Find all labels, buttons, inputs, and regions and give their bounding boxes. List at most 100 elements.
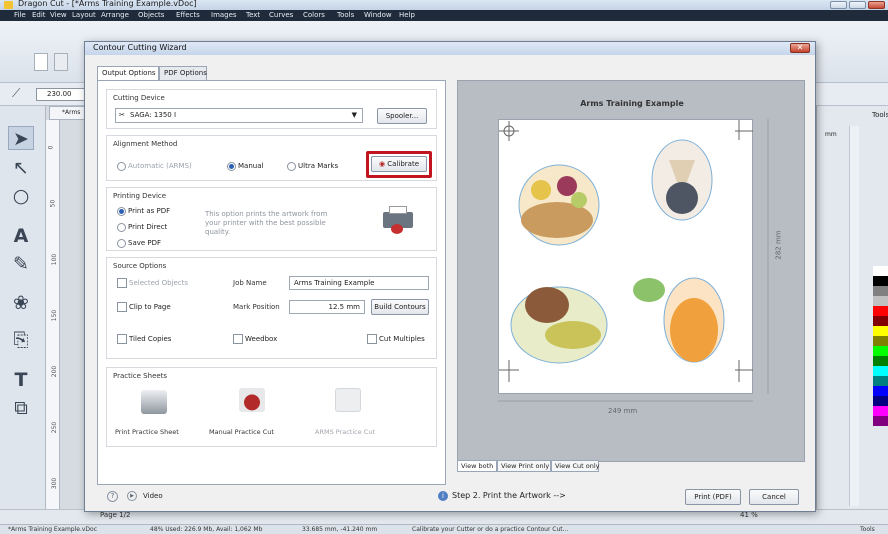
menu-curves[interactable]: Curves [269,11,293,19]
menu-effects[interactable]: Effects [176,11,200,19]
minimize-button[interactable] [830,1,847,9]
checkbox-cut-multiples[interactable]: Cut Multiples [367,334,425,344]
calibrate-highlight [366,151,432,178]
radio-print-direct[interactable]: Print Direct [117,222,167,232]
menu-tools[interactable]: Tools [337,11,354,19]
checkbox-clip-to-page[interactable]: Clip to Page [117,302,171,312]
snap-icon[interactable]: ⟋ [12,86,20,101]
print-practice-sheet-icon[interactable] [141,390,167,414]
palette-swatch[interactable] [873,296,888,306]
palette-swatch[interactable] [873,276,888,286]
shape-tool-icon[interactable]: ↖ [8,156,34,180]
print-pdf-button[interactable]: Print (PDF) [685,489,741,505]
menu-edit[interactable]: Edit [32,11,46,19]
zoom-level[interactable]: 41 % [740,511,758,519]
palette-swatch[interactable] [873,346,888,356]
mark-position-input[interactable]: 12.5 mm [289,300,365,314]
palette-swatch[interactable] [873,406,888,416]
tab-output-options[interactable]: Output Options [97,66,159,81]
vertical-scrollbar[interactable] [849,126,859,506]
cutting-device-section: Cutting Device ✂ SAGA: 1350 I ▼ Spooler.… [106,89,437,129]
menu-objects[interactable]: Objects [138,11,164,19]
spooler-button[interactable]: Spooler... [377,108,427,124]
checkbox-selected-objects[interactable]: Selected Objects [117,278,188,288]
contour-cutting-wizard-dialog: Contour Cutting Wizard ✕ Output Options … [84,41,816,512]
palette-swatch[interactable] [873,416,888,426]
pick-tool-icon[interactable]: ➤ [8,126,34,150]
checkbox-tiled-copies[interactable]: Tiled Copies [117,334,171,344]
ruler-label: 150 [51,309,59,322]
checkbox-weedbox[interactable]: Weedbox [233,334,277,344]
palette-swatch[interactable] [873,366,888,376]
trace-tool-icon[interactable]: ❀ [8,291,34,315]
palette-swatch[interactable] [873,306,888,316]
maximize-button[interactable] [849,1,866,9]
menu-text[interactable]: Text [246,11,260,19]
dialog-footer: ? ▶ Video i Step 2. Print the Artwork --… [97,487,805,507]
color-palette [873,266,888,426]
help-icon[interactable]: ? [107,491,118,502]
image-tool-icon[interactable]: ⎘ [8,328,34,352]
vertical-ruler: 0 50 100 150 200 250 300 [46,120,60,510]
palette-swatch[interactable] [873,326,888,336]
radio-print-as-pdf[interactable]: Print as PDF [117,206,170,216]
job-name-input[interactable]: Arms Training Example [289,276,429,290]
palette-swatch[interactable] [873,336,888,346]
menu-colors[interactable]: Colors [303,11,325,19]
close-app-button[interactable] [868,1,885,9]
palette-swatch[interactable] [873,316,888,326]
play-icon[interactable]: ▶ [127,491,137,501]
palette-swatch[interactable] [873,356,888,366]
build-contours-button[interactable]: Build Contours [371,299,429,315]
menu-view[interactable]: View [50,11,67,19]
ruler-label: 200 [51,365,59,378]
palette-swatch[interactable] [873,266,888,276]
radio-manual[interactable]: Manual [227,161,263,171]
menu-images[interactable]: Images [211,11,237,19]
source-options-section: Source Options Selected Objects Job Name… [106,257,437,359]
artwork-preview: Arms Training Example 249 mm 282 mm [457,80,805,462]
cutter-icon: ✂ [119,111,125,119]
right-docker: Tools mm [816,106,888,518]
status-memory: 48% Used: 226.9 Mb, Avail: 1,062 Mb [150,526,263,533]
cutting-device-title: Cutting Device [113,94,165,102]
tab-pdf-options[interactable]: PDF Options [159,66,207,80]
tab-view-cut-only[interactable]: View Cut only [551,460,600,472]
video-label[interactable]: Video [143,492,163,500]
zoom-tool-icon[interactable]: ○ [8,184,34,208]
radio-automatic-arms[interactable]: Automatic (ARMS) [117,161,192,171]
text-tool-t-icon[interactable]: T [8,368,34,392]
status-tools[interactable]: Tools [860,525,875,534]
tab-view-both[interactable]: View both [457,460,497,472]
menu-arrange[interactable]: Arrange [101,11,129,19]
layers-tool-icon[interactable]: ⧉ [8,396,34,420]
palette-swatch[interactable] [873,376,888,386]
dialog-close-icon[interactable]: ✕ [790,43,810,53]
unit-label: mm [825,131,837,138]
manual-practice-cut-label[interactable]: Manual Practice Cut [209,428,274,436]
toolbox: ➤ ↖ ○ A ✎ ❀ ⎘ T ⧉ [0,106,46,518]
text-tool-a-icon[interactable]: A [8,224,34,248]
menu-help[interactable]: Help [399,11,415,19]
manual-practice-cut-icon[interactable] [239,388,265,412]
radio-save-pdf[interactable]: Save PDF [117,238,161,248]
palette-swatch[interactable] [873,396,888,406]
menu-file[interactable]: File [14,11,26,19]
menu-layout[interactable]: Layout [72,11,96,19]
page-indicator[interactable]: Page 1/2 [100,511,130,519]
open-document-icon[interactable] [54,53,68,71]
printing-hint: This option prints the artwork from your… [205,210,328,236]
new-document-icon[interactable] [34,53,48,71]
radio-ultra-marks[interactable]: Ultra Marks [287,161,338,171]
palette-swatch[interactable] [873,386,888,396]
cutting-device-select[interactable]: ✂ SAGA: 1350 I ▼ [115,108,363,123]
ruler-label: 50 [49,199,57,208]
print-practice-sheet-label[interactable]: Print Practice Sheet [115,428,179,436]
practice-sheets-section: Practice Sheets Print Practice Sheet Man… [106,367,437,447]
tab-view-print-only[interactable]: View Print only [497,460,551,472]
cancel-button[interactable]: Cancel [749,489,799,505]
pen-tool-icon[interactable]: ✎ [8,252,34,276]
palette-swatch[interactable] [873,286,888,296]
menu-window[interactable]: Window [364,11,392,19]
tools-docker-label[interactable]: Tools [872,111,888,119]
